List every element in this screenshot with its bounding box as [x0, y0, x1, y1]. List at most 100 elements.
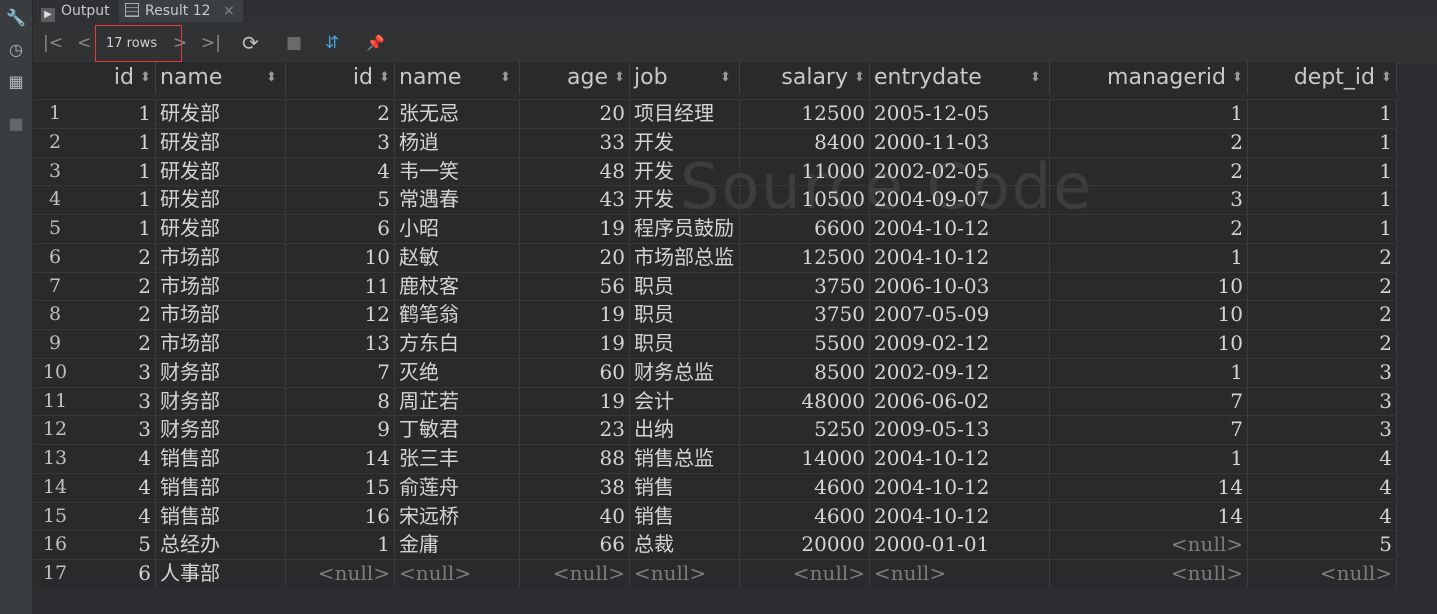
- table-cell-salary[interactable]: 4600: [740, 473, 870, 501]
- table-cell-dept_id[interactable]: 3: [1248, 387, 1397, 415]
- table-cell-salary[interactable]: 3750: [740, 272, 870, 300]
- table-cell-age[interactable]: 66: [520, 530, 630, 558]
- table-cell-entrydate[interactable]: 2002-02-05: [870, 157, 1050, 185]
- table-cell-job[interactable]: 出纳: [630, 415, 740, 443]
- table-cell-dept_id[interactable]: 4: [1248, 444, 1397, 472]
- table-cell-dept_id[interactable]: 2: [1248, 329, 1397, 357]
- table-cell-managerid[interactable]: 1: [1050, 358, 1248, 386]
- compare-icon[interactable]: ⇵: [325, 32, 339, 54]
- prev-page-icon[interactable]: <: [77, 32, 91, 54]
- tab-result-12[interactable]: Result 12 ×: [119, 0, 243, 22]
- table-cell-name[interactable]: 研发部: [156, 214, 286, 242]
- table-cell-entrydate[interactable]: <null>: [870, 559, 1050, 587]
- table-cell-id[interactable]: 16: [286, 502, 395, 530]
- wrench-icon[interactable]: 🔧: [6, 8, 26, 28]
- table-cell-salary[interactable]: 10500: [740, 185, 870, 213]
- table-cell-name[interactable]: 研发部: [156, 157, 286, 185]
- table-cell-salary[interactable]: 3750: [740, 300, 870, 328]
- table-cell-age[interactable]: 19: [520, 329, 630, 357]
- table-cell-id[interactable]: 13: [286, 329, 395, 357]
- table-cell-managerid[interactable]: 10: [1050, 300, 1248, 328]
- table-cell-name[interactable]: 财务部: [156, 415, 286, 443]
- table-cell-entrydate[interactable]: 2004-10-12: [870, 444, 1050, 472]
- table-cell-id[interactable]: 5: [78, 530, 156, 558]
- column-header-id[interactable]: id ⬍: [78, 62, 156, 94]
- table-cell-id[interactable]: 9: [286, 415, 395, 443]
- sort-icon[interactable]: ⬍: [266, 62, 277, 94]
- table-cell-name[interactable]: 鹤笔翁: [395, 300, 520, 328]
- row-number[interactable]: 3: [33, 157, 77, 185]
- table-cell-job[interactable]: 职员: [630, 272, 740, 300]
- table-cell-age[interactable]: 19: [520, 387, 630, 415]
- table-cell-managerid[interactable]: 7: [1050, 415, 1248, 443]
- table-cell-managerid[interactable]: 1: [1050, 444, 1248, 472]
- sort-icon[interactable]: ⬍: [1232, 62, 1243, 94]
- table-cell-entrydate[interactable]: 2004-09-07: [870, 185, 1050, 213]
- table-cell-name[interactable]: 张三丰: [395, 444, 520, 472]
- table-cell-job[interactable]: 程序员鼓励: [630, 214, 740, 242]
- table-cell-name[interactable]: 市场部: [156, 329, 286, 357]
- table-cell-dept_id[interactable]: 2: [1248, 243, 1397, 271]
- table-cell-id[interactable]: 4: [78, 444, 156, 472]
- table-cell-managerid[interactable]: 14: [1050, 473, 1248, 501]
- table-cell-entrydate[interactable]: 2005-12-05: [870, 99, 1050, 127]
- table-cell-age[interactable]: 20: [520, 243, 630, 271]
- table-cell-age[interactable]: 38: [520, 473, 630, 501]
- table-cell-dept_id[interactable]: 1: [1248, 128, 1397, 156]
- table-cell-job[interactable]: 会计: [630, 387, 740, 415]
- table-cell-id[interactable]: 15: [286, 473, 395, 501]
- table-cell-name[interactable]: 杨逍: [395, 128, 520, 156]
- first-page-icon[interactable]: |<: [43, 32, 63, 54]
- table-cell-managerid[interactable]: 10: [1050, 272, 1248, 300]
- table-cell-name[interactable]: 张无忌: [395, 99, 520, 127]
- row-number[interactable]: 13: [33, 444, 77, 472]
- clock-icon[interactable]: ◷: [6, 40, 26, 60]
- sort-icon[interactable]: ⬍: [500, 62, 511, 94]
- layout-icon[interactable]: ▦: [6, 72, 26, 92]
- table-cell-id[interactable]: 6: [286, 214, 395, 242]
- table-cell-age[interactable]: 56: [520, 272, 630, 300]
- table-cell-entrydate[interactable]: 2006-06-02: [870, 387, 1050, 415]
- table-cell-job[interactable]: 总裁: [630, 530, 740, 558]
- column-header-age[interactable]: age ⬍: [520, 62, 630, 94]
- table-cell-name[interactable]: 周芷若: [395, 387, 520, 415]
- table-cell-id[interactable]: 6: [78, 559, 156, 587]
- table-cell-dept_id[interactable]: <null>: [1248, 559, 1397, 587]
- table-cell-job[interactable]: 职员: [630, 300, 740, 328]
- table-cell-name[interactable]: 研发部: [156, 99, 286, 127]
- column-header-job[interactable]: job ⬍: [630, 62, 740, 94]
- row-number[interactable]: 7: [33, 272, 77, 300]
- table-cell-managerid[interactable]: 1: [1050, 243, 1248, 271]
- table-cell-managerid[interactable]: <null>: [1050, 559, 1248, 587]
- table-cell-id[interactable]: 3: [78, 358, 156, 386]
- row-number[interactable]: 12: [33, 415, 77, 443]
- table-cell-salary[interactable]: 12500: [740, 243, 870, 271]
- table-cell-dept_id[interactable]: 1: [1248, 99, 1397, 127]
- table-cell-managerid[interactable]: 7: [1050, 387, 1248, 415]
- row-number[interactable]: 17: [33, 559, 77, 587]
- table-cell-job[interactable]: 销售总监: [630, 444, 740, 472]
- table-cell-entrydate[interactable]: 2004-10-12: [870, 502, 1050, 530]
- table-cell-id[interactable]: 10: [286, 243, 395, 271]
- table-cell-managerid[interactable]: 2: [1050, 128, 1248, 156]
- table-cell-id[interactable]: 4: [78, 502, 156, 530]
- table-cell-managerid[interactable]: 14: [1050, 502, 1248, 530]
- table-cell-name[interactable]: 赵敏: [395, 243, 520, 271]
- table-cell-id[interactable]: 2: [78, 243, 156, 271]
- table-cell-age[interactable]: 43: [520, 185, 630, 213]
- table-cell-dept_id[interactable]: 3: [1248, 415, 1397, 443]
- last-page-icon[interactable]: >|: [201, 32, 221, 54]
- column-header-name[interactable]: name ⬍: [156, 62, 286, 94]
- table-cell-name[interactable]: 财务部: [156, 387, 286, 415]
- table-cell-id[interactable]: 14: [286, 444, 395, 472]
- table-cell-id[interactable]: 12: [286, 300, 395, 328]
- table-cell-id[interactable]: 8: [286, 387, 395, 415]
- row-number[interactable]: 10: [33, 358, 77, 386]
- row-number[interactable]: 14: [33, 473, 77, 501]
- sort-icon[interactable]: ⬍: [140, 62, 151, 94]
- table-cell-name[interactable]: 研发部: [156, 185, 286, 213]
- table-cell-name[interactable]: 小昭: [395, 214, 520, 242]
- table-cell-name[interactable]: 人事部: [156, 559, 286, 587]
- column-header-managerid[interactable]: managerid ⬍: [1050, 62, 1248, 94]
- sort-icon[interactable]: ⬍: [854, 62, 865, 94]
